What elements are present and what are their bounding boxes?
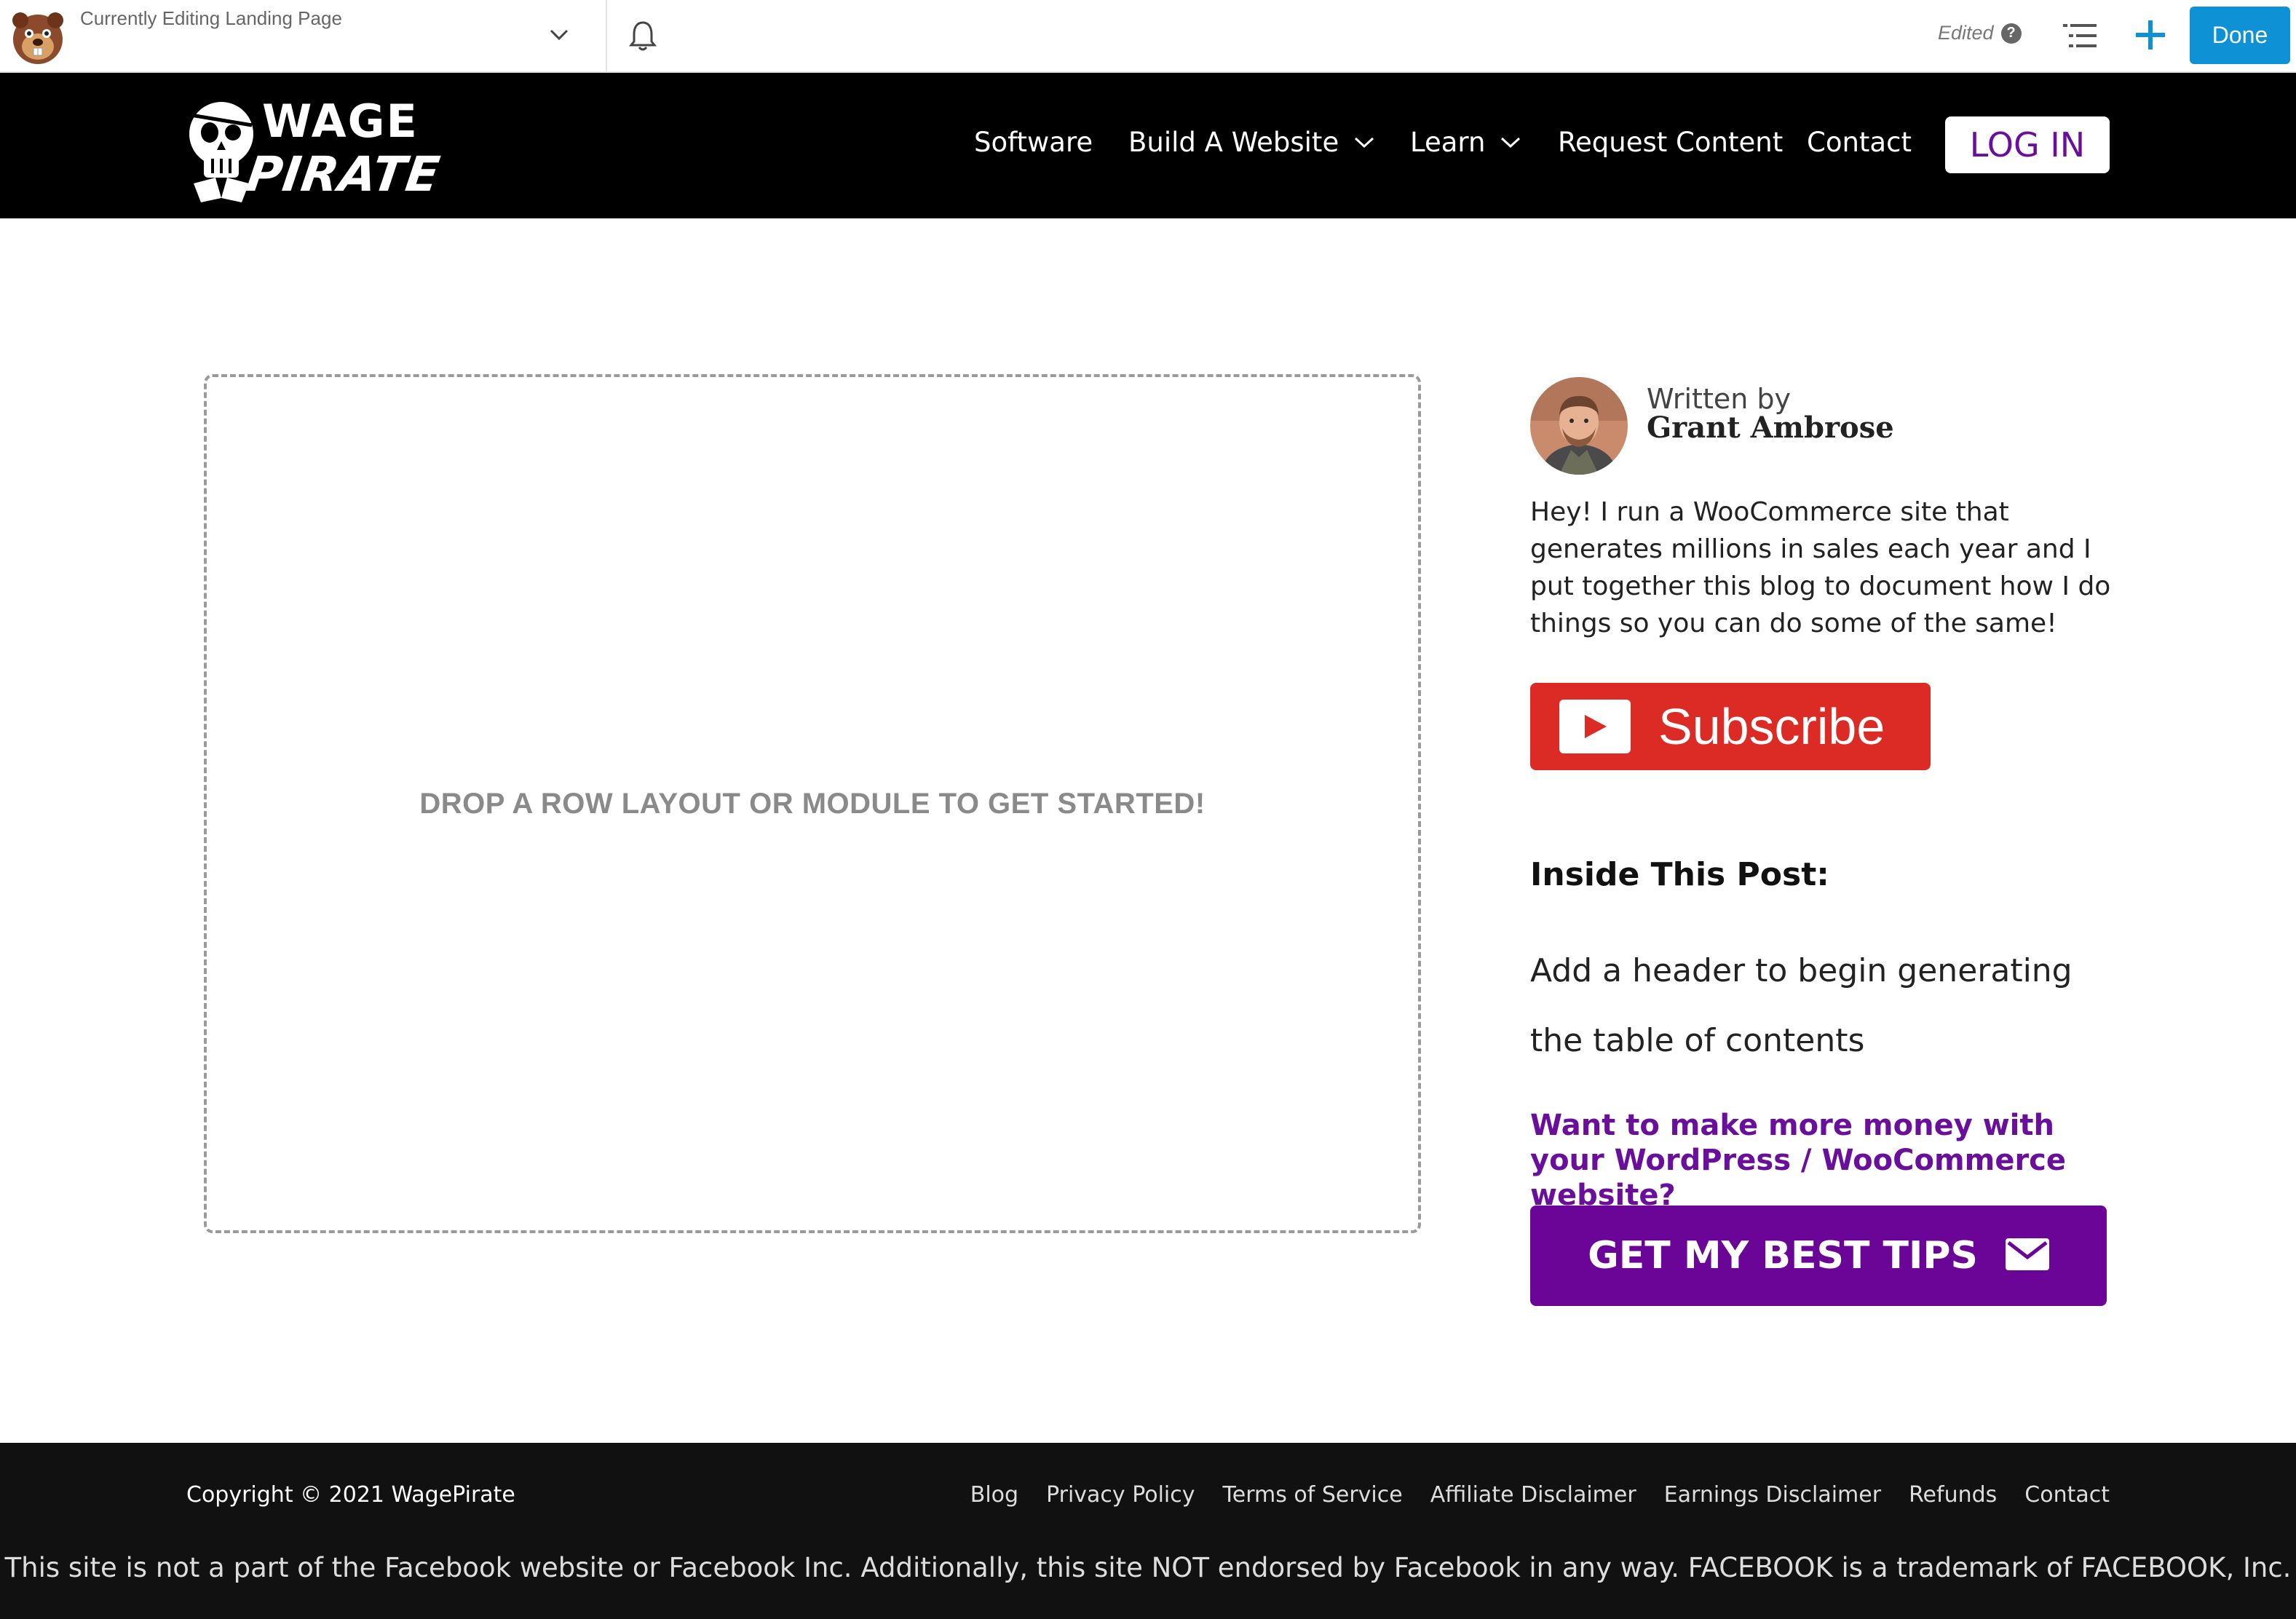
- youtube-subscribe-button[interactable]: Subscribe: [1530, 683, 1931, 770]
- builder-toolbar: Currently Editing Landing Page Edited ? …: [0, 0, 2296, 73]
- footer-link-affiliate-disclaimer[interactable]: Affiliate Disclaimer: [1430, 1482, 1636, 1508]
- promo-text: Want to make more money with your WordPr…: [1530, 1109, 2067, 1212]
- nav-learn-label: Learn: [1410, 127, 1486, 158]
- chevron-down-icon[interactable]: [545, 20, 574, 50]
- nav-software-label: Software: [974, 127, 1093, 158]
- nav-software[interactable]: Software: [974, 127, 1093, 158]
- wagepirate-logo[interactable]: WAGE PIRATE: [186, 89, 448, 204]
- facebook-disclaimer: This site is not a part of the Facebook …: [4, 1552, 2292, 1583]
- footer-link-blog[interactable]: Blog: [970, 1482, 1018, 1508]
- author-bio: Hey! I run a WooCommerce site that gener…: [1530, 497, 2111, 638]
- row-dropzone[interactable]: DROP A ROW LAYOUT OR MODULE TO GET START…: [204, 374, 1421, 1233]
- edit-status: Edited ?: [1938, 22, 2022, 44]
- svg-text:WAGE: WAGE: [262, 95, 419, 148]
- outline-panel-icon[interactable]: [2062, 19, 2098, 52]
- toc-title: Inside This Post:: [1530, 856, 1829, 893]
- footer-link-refunds[interactable]: Refunds: [1909, 1482, 1997, 1508]
- nav-contact-label: Contact: [1807, 127, 1912, 158]
- add-content-icon[interactable]: [2131, 16, 2169, 54]
- toolbar-divider: [606, 0, 607, 73]
- svg-text:PIRATE: PIRATE: [243, 146, 443, 202]
- site-header: WAGE PIRATE Software Build A Website Lea…: [0, 73, 2296, 218]
- youtube-play-icon: [1559, 700, 1631, 753]
- envelope-icon: [2005, 1238, 2049, 1274]
- nav-request-content-label: Request Content: [1558, 127, 1784, 158]
- toc-empty-message: Add a header to begin generating the tab…: [1530, 952, 2073, 1059]
- copyright: Copyright © 2021 WagePirate: [186, 1482, 515, 1508]
- edit-status-label: Edited: [1938, 22, 1994, 44]
- chevron-down-icon: [1500, 132, 1521, 154]
- author-name: Grant Ambrose: [1647, 411, 1894, 445]
- dropzone-text: DROP A ROW LAYOUT OR MODULE TO GET START…: [419, 787, 1206, 820]
- beaver-builder-logo[interactable]: [6, 4, 70, 68]
- footer-link-privacy-policy[interactable]: Privacy Policy: [1046, 1482, 1195, 1508]
- nav-build-a-website-label: Build A Website: [1128, 127, 1339, 158]
- footer-link-terms-of-service[interactable]: Terms of Service: [1223, 1482, 1403, 1508]
- nav-learn[interactable]: Learn: [1410, 127, 1521, 158]
- footer-link-contact[interactable]: Contact: [2024, 1482, 2110, 1508]
- nav-build-a-website[interactable]: Build A Website: [1128, 127, 1375, 158]
- get-tips-label: GET MY BEST TIPS: [1588, 1234, 1978, 1278]
- nav-request-content[interactable]: Request Content: [1558, 127, 1783, 158]
- editing-label: Currently Editing Landing Page: [80, 7, 342, 29]
- get-tips-button[interactable]: GET MY BEST TIPS: [1530, 1206, 2107, 1306]
- site-footer: Copyright © 2021 WagePirate Blog Privacy…: [0, 1443, 2296, 1619]
- login-button[interactable]: LOG IN: [1945, 116, 2110, 173]
- author-box: Written by Grant Ambrose: [1530, 377, 2113, 475]
- avatar: [1530, 377, 1628, 475]
- nav-contact[interactable]: Contact: [1807, 127, 1912, 158]
- footer-links: Blog Privacy Policy Terms of Service Aff…: [970, 1482, 2110, 1508]
- bell-icon[interactable]: [626, 19, 660, 52]
- done-button[interactable]: Done: [2190, 7, 2290, 64]
- question-circle-icon[interactable]: ?: [2000, 23, 2022, 44]
- subscribe-label: Subscribe: [1658, 698, 1885, 755]
- chevron-down-icon: [1353, 132, 1375, 154]
- footer-link-earnings-disclaimer[interactable]: Earnings Disclaimer: [1664, 1482, 1881, 1508]
